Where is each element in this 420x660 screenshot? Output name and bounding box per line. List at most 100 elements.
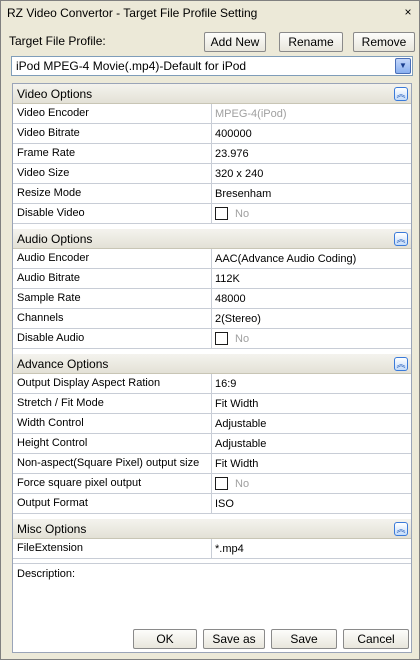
column-divider [211,249,212,268]
target-profile-label: Target File Profile: [9,34,106,48]
option-row-video-encoder[interactable]: Video Encoder MPEG-4(iPod) [13,104,411,124]
profile-select[interactable]: iPod MPEG-4 Movie(.mp4)-Default for iPod… [11,56,413,76]
collapse-icon[interactable]: ︽ [394,357,408,371]
option-row-disable-video[interactable]: Disable Video No [13,204,411,224]
option-value[interactable]: Adjustable [215,418,266,430]
option-value: MPEG-4(iPod) [215,108,287,120]
option-key: Output Format [17,497,88,509]
option-key: Output Display Aspect Ration [17,377,161,389]
section-title: Audio Options [17,232,93,246]
title-bar[interactable]: RZ Video Convertor - Target File Profile… [1,1,419,25]
close-icon[interactable]: × [401,5,415,19]
option-value[interactable]: 23.976 [215,148,249,160]
option-key: Audio Bitrate [17,272,80,284]
column-divider [211,539,212,558]
option-row-output-format[interactable]: Output Format ISO [13,494,411,514]
column-divider [211,329,212,348]
option-value[interactable]: 400000 [215,128,252,140]
collapse-icon[interactable]: ︽ [394,522,408,536]
option-value[interactable]: AAC(Advance Audio Coding) [215,253,356,265]
section-header-audio[interactable]: Audio Options ︽ [13,229,411,249]
option-row-force-square-pixel[interactable]: Force square pixel output No [13,474,411,494]
option-row-resize-mode[interactable]: Resize Mode Bresenham [13,184,411,204]
section-title: Misc Options [17,522,87,536]
disable-audio-checkbox[interactable] [215,332,228,345]
column-divider [211,374,212,393]
column-divider [211,124,212,143]
option-key: Sample Rate [17,292,81,304]
option-key: Force square pixel output [17,477,142,489]
option-row-video-size[interactable]: Video Size 320 x 240 [13,164,411,184]
option-key: Channels [17,312,64,324]
option-value[interactable]: Fit Width [215,398,258,410]
column-divider [211,144,212,163]
section-header-video[interactable]: Video Options ︽ [13,84,411,104]
option-row-height-control[interactable]: Height Control Adjustable [13,434,411,454]
option-row-frame-rate[interactable]: Frame Rate 23.976 [13,144,411,164]
collapse-icon[interactable]: ︽ [394,232,408,246]
option-row-aspect-ratio[interactable]: Output Display Aspect Ration 16:9 [13,374,411,394]
column-divider [211,394,212,413]
option-key: Stretch / Fit Mode [17,397,104,409]
option-key: Width Control [17,417,84,429]
profile-setting-window: RZ Video Convertor - Target File Profile… [0,0,420,660]
column-divider [211,104,212,123]
rename-button[interactable]: Rename [279,32,343,52]
window-title: RZ Video Convertor - Target File Profile… [7,6,258,20]
option-key: Video Encoder [17,107,89,119]
column-divider [211,184,212,203]
option-key: Height Control [17,437,88,449]
option-row-audio-bitrate[interactable]: Audio Bitrate 112K [13,269,411,289]
option-key: Resize Mode [17,187,82,199]
add-new-button[interactable]: Add New [204,32,266,52]
option-value[interactable]: 112K [215,273,240,285]
force-square-pixel-checkbox[interactable] [215,477,228,490]
column-divider [211,414,212,433]
option-row-disable-audio[interactable]: Disable Audio No [13,329,411,349]
option-value[interactable]: 2(Stereo) [215,313,261,325]
option-value[interactable]: 320 x 240 [215,168,263,180]
option-key: Video Size [17,167,70,179]
description-area[interactable]: Description: [13,563,411,627]
option-key: Video Bitrate [17,127,80,139]
option-row-stretch-fit[interactable]: Stretch / Fit Mode Fit Width [13,394,411,414]
section-header-misc[interactable]: Misc Options ︽ [13,519,411,539]
remove-button[interactable]: Remove [353,32,415,52]
option-row-sample-rate[interactable]: Sample Rate 48000 [13,289,411,309]
column-divider [211,309,212,328]
option-value[interactable]: 16:9 [215,378,236,390]
section-title: Video Options [17,87,93,101]
ok-button[interactable]: OK [133,629,197,649]
option-row-width-control[interactable]: Width Control Adjustable [13,414,411,434]
column-divider [211,434,212,453]
column-divider [211,204,212,223]
option-key: Frame Rate [17,147,76,159]
save-button[interactable]: Save [271,629,337,649]
section-title: Advance Options [17,357,109,371]
option-value[interactable]: Fit Width [215,458,258,470]
option-row-file-extension[interactable]: FileExtension *.mp4 [13,539,411,559]
option-row-audio-encoder[interactable]: Audio Encoder AAC(Advance Audio Coding) [13,249,411,269]
cancel-button[interactable]: Cancel [343,629,409,649]
column-divider [211,164,212,183]
option-value[interactable]: ISO [215,498,234,510]
description-label: Description: [17,568,76,580]
option-key: Disable Video [17,207,85,219]
option-value[interactable]: 48000 [215,293,246,305]
section-header-advance[interactable]: Advance Options ︽ [13,354,411,374]
collapse-icon[interactable]: ︽ [394,87,408,101]
option-value: No [235,208,250,220]
option-key: FileExtension [17,542,84,554]
save-as-button[interactable]: Save as [203,629,265,649]
disable-video-checkbox[interactable] [215,207,228,220]
column-divider [211,269,212,288]
chevron-down-icon[interactable]: ▼ [395,58,411,74]
option-value[interactable]: Bresenham [215,188,271,200]
option-row-video-bitrate[interactable]: Video Bitrate 400000 [13,124,411,144]
option-key: Non-aspect(Square Pixel) output size [17,457,200,469]
option-row-square-pixel-size[interactable]: Non-aspect(Square Pixel) output size Fit… [13,454,411,474]
option-value[interactable]: *.mp4 [215,543,244,555]
option-key: Audio Encoder [17,252,90,264]
option-value[interactable]: Adjustable [215,438,266,450]
option-row-channels[interactable]: Channels 2(Stereo) [13,309,411,329]
